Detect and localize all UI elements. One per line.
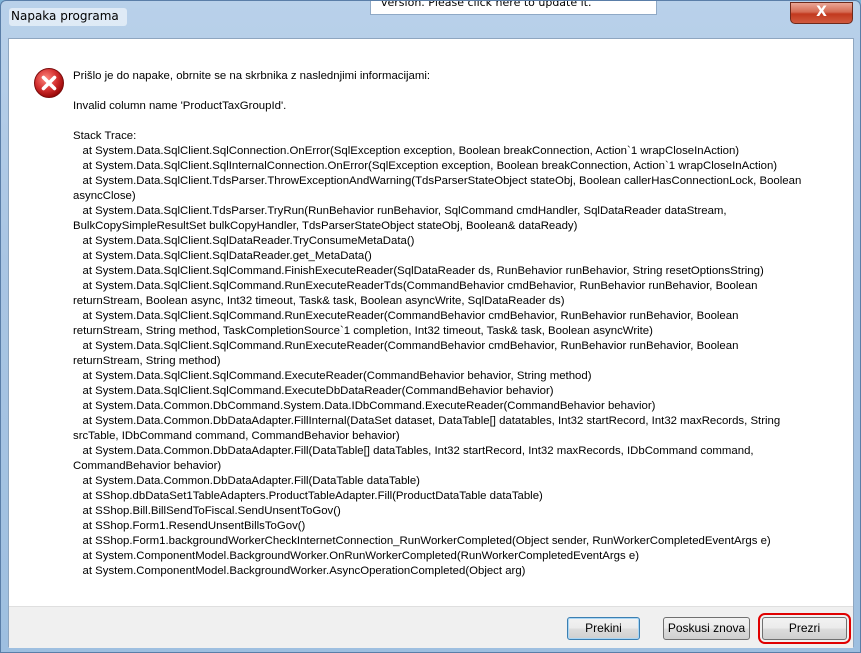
error-dialog-window: Napaka programa version. Please click he… — [0, 0, 861, 653]
ignore-button[interactable]: Prezri — [758, 613, 851, 644]
abort-button[interactable]: Prekini — [567, 617, 640, 640]
update-notice[interactable]: version. Please click here to update it. — [370, 1, 657, 15]
retry-button[interactable]: Poskusi znova — [663, 617, 750, 640]
close-icon: X — [816, 4, 827, 20]
dialog-content: Prišlo je do napake, obrnite se na skrbn… — [8, 38, 854, 648]
error-icon — [34, 68, 64, 98]
title-bar[interactable]: Napaka programa version. Please click he… — [1, 1, 860, 33]
error-message: Prišlo je do napake, obrnite se na skrbn… — [73, 70, 802, 577]
button-bar: Prekini Poskusi znova Prezri — [9, 606, 853, 648]
update-notice-text[interactable]: version. Please click here to update it. — [381, 1, 592, 9]
close-button[interactable]: X — [790, 2, 853, 24]
window-title: Napaka programa — [9, 8, 127, 26]
